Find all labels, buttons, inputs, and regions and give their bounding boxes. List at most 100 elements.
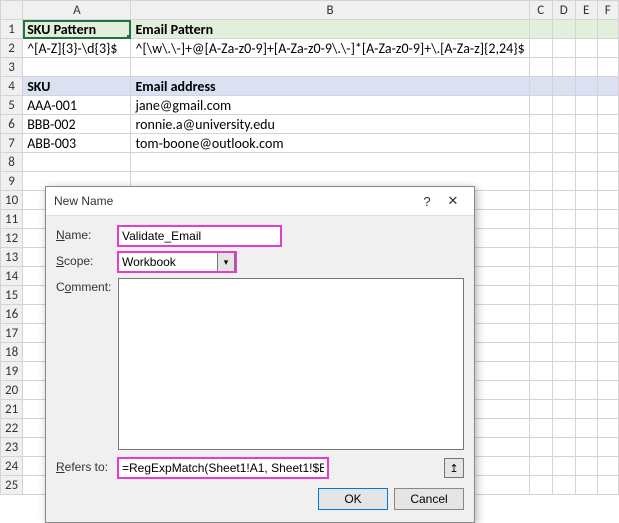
cell-B1[interactable]: Email Pattern (131, 20, 529, 39)
cell-B2[interactable]: ^[\w\.\-]+@[A-Za-z0-9]+[A-Za-z0-9\.\-]*[… (131, 39, 529, 58)
refers-to-input[interactable] (118, 458, 328, 478)
cell[interactable] (575, 476, 597, 495)
cell-A2[interactable]: ^[A-Z]{3}-\d{3}$ (23, 39, 131, 58)
comment-textarea[interactable] (118, 278, 464, 450)
cell[interactable] (575, 305, 597, 324)
row-header[interactable]: 4 (1, 77, 23, 96)
cell[interactable] (529, 267, 552, 286)
cell[interactable] (575, 400, 597, 419)
cell[interactable] (575, 58, 597, 77)
cell[interactable] (529, 153, 552, 172)
close-button[interactable]: ✕ (440, 193, 466, 209)
cell[interactable] (575, 457, 597, 476)
cell[interactable] (597, 77, 618, 96)
cell[interactable] (552, 229, 575, 248)
cell[interactable] (597, 229, 618, 248)
row-header[interactable]: 7 (1, 134, 23, 153)
cell[interactable] (552, 305, 575, 324)
cancel-button[interactable]: Cancel (394, 488, 464, 510)
ok-button[interactable]: OK (318, 488, 388, 510)
col-header-B[interactable]: B (131, 1, 529, 20)
collapse-dialog-button[interactable]: ↥ (444, 458, 464, 478)
row-header[interactable]: 16 (1, 305, 23, 324)
cell[interactable] (529, 134, 552, 153)
cell[interactable] (552, 343, 575, 362)
cell[interactable] (597, 267, 618, 286)
cell[interactable] (597, 419, 618, 438)
row-header[interactable]: 22 (1, 419, 23, 438)
cell[interactable] (552, 248, 575, 267)
cell[interactable] (597, 210, 618, 229)
cell[interactable] (529, 58, 552, 77)
row-header[interactable]: 3 (1, 58, 23, 77)
cell[interactable] (529, 248, 552, 267)
col-header-F[interactable]: F (597, 1, 618, 20)
cell[interactable] (575, 210, 597, 229)
cell-B5[interactable]: jane@gmail.com (131, 96, 529, 115)
cell[interactable] (529, 96, 552, 115)
cell[interactable] (597, 286, 618, 305)
cell[interactable] (552, 286, 575, 305)
cell[interactable] (575, 324, 597, 343)
cell[interactable] (597, 58, 618, 77)
cell-A5[interactable]: AAA-001 (23, 96, 131, 115)
col-header-E[interactable]: E (575, 1, 597, 20)
cell[interactable] (552, 20, 575, 39)
cell[interactable] (552, 267, 575, 286)
cell[interactable] (597, 438, 618, 457)
cell[interactable] (597, 96, 618, 115)
cell[interactable] (575, 134, 597, 153)
corner-cell[interactable] (1, 1, 23, 20)
cell[interactable] (552, 191, 575, 210)
cell[interactable] (552, 39, 575, 58)
cell[interactable] (575, 115, 597, 134)
cell[interactable] (529, 457, 552, 476)
row-header[interactable]: 9 (1, 172, 23, 191)
cell[interactable] (597, 39, 618, 58)
cell[interactable] (529, 286, 552, 305)
name-input[interactable] (118, 226, 281, 246)
cell[interactable] (575, 267, 597, 286)
cell[interactable] (552, 476, 575, 495)
cell-A1[interactable]: SKU Pattern (23, 20, 131, 39)
cell[interactable] (597, 20, 618, 39)
cell[interactable] (575, 248, 597, 267)
help-button[interactable]: ? (414, 194, 440, 209)
cell[interactable] (529, 115, 552, 134)
row-header[interactable]: 8 (1, 153, 23, 172)
cell-B4[interactable]: Email address (131, 77, 529, 96)
row-header[interactable]: 12 (1, 229, 23, 248)
cell[interactable] (529, 39, 552, 58)
cell[interactable] (529, 400, 552, 419)
cell[interactable] (529, 419, 552, 438)
cell-B7[interactable]: tom-boone@outlook.com (131, 134, 529, 153)
row-header[interactable]: 24 (1, 457, 23, 476)
cell[interactable] (575, 229, 597, 248)
cell[interactable] (575, 362, 597, 381)
cell[interactable] (575, 153, 597, 172)
cell-A4[interactable]: SKU (23, 77, 131, 96)
row-header[interactable]: 25 (1, 476, 23, 495)
cell[interactable] (597, 457, 618, 476)
cell-A7[interactable]: ABB-003 (23, 134, 131, 153)
cell[interactable] (529, 343, 552, 362)
cell[interactable] (597, 153, 618, 172)
cell[interactable] (552, 134, 575, 153)
cell-B6[interactable]: ronnie.a@university.edu (131, 115, 529, 134)
row-header[interactable]: 6 (1, 115, 23, 134)
cell[interactable] (552, 324, 575, 343)
cell[interactable] (575, 172, 597, 191)
cell[interactable] (575, 381, 597, 400)
cell[interactable] (529, 77, 552, 96)
cell[interactable] (597, 381, 618, 400)
row-header[interactable]: 21 (1, 400, 23, 419)
cell[interactable] (552, 172, 575, 191)
cell[interactable] (575, 438, 597, 457)
col-header-D[interactable]: D (552, 1, 575, 20)
cell[interactable] (597, 324, 618, 343)
cell[interactable] (575, 20, 597, 39)
cell-A6[interactable]: BBB-002 (23, 115, 131, 134)
cell[interactable] (597, 248, 618, 267)
cell[interactable] (597, 343, 618, 362)
cell[interactable] (131, 58, 529, 77)
